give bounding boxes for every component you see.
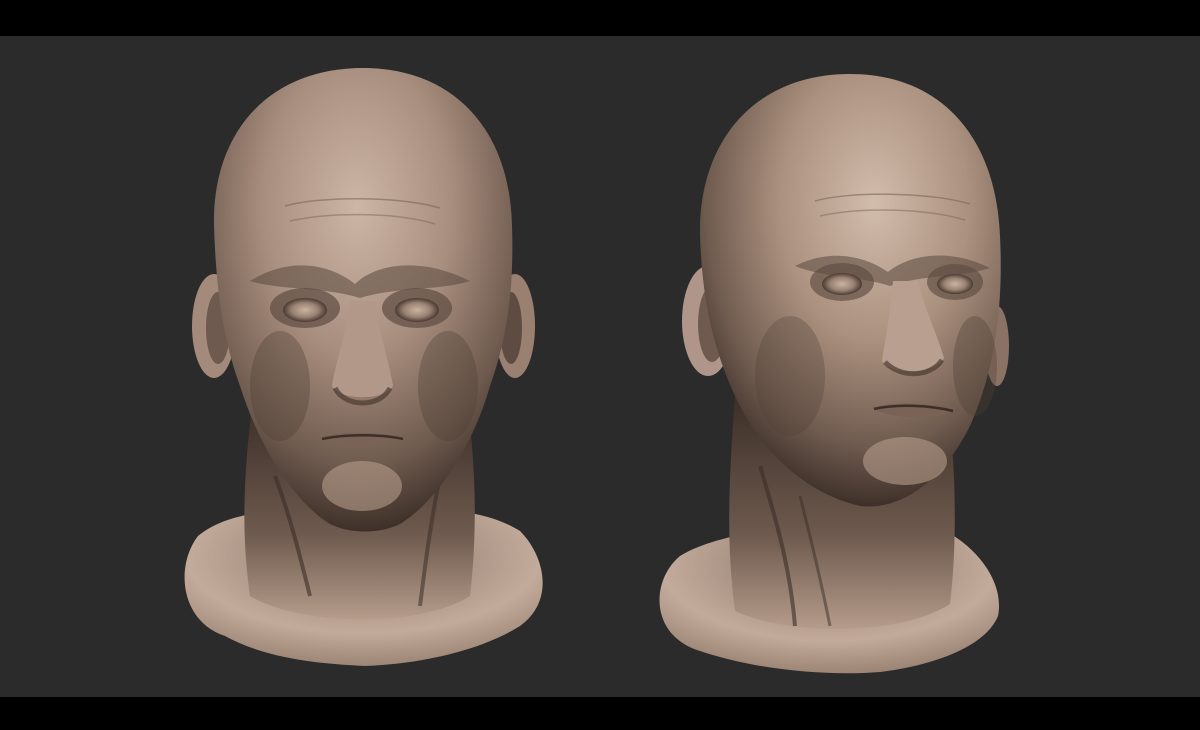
eye-right-a	[822, 273, 862, 295]
eye-left-a	[283, 298, 327, 322]
render-scene	[184, 68, 1009, 674]
letterbox-top	[0, 0, 1200, 36]
head-sculpt-front-view	[184, 68, 543, 666]
eye-left-b	[395, 298, 439, 322]
letterbox-bottom	[0, 697, 1200, 730]
eye-right-b	[937, 274, 973, 294]
render-viewport	[0, 36, 1200, 697]
render-frame	[0, 0, 1200, 730]
head-sculpt-three-quarter-view	[659, 74, 1009, 674]
